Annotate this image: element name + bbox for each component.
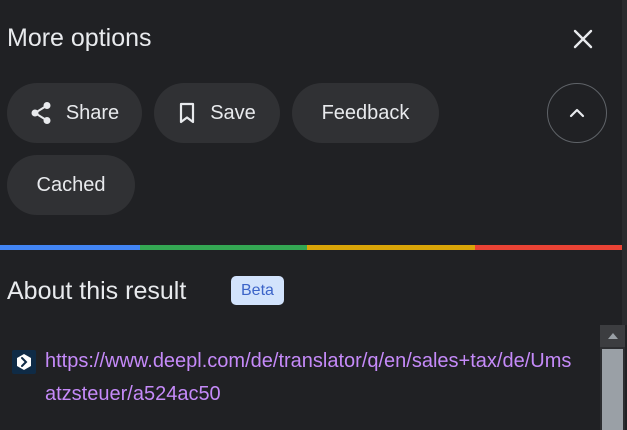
collapse-button[interactable] bbox=[547, 83, 607, 143]
more-options-panel: More options Share Save Feedback Cached … bbox=[0, 0, 627, 430]
save-button[interactable]: Save bbox=[154, 83, 280, 143]
share-button[interactable]: Share bbox=[7, 83, 142, 143]
color-bar-blue bbox=[0, 245, 140, 250]
panel-title: More options bbox=[7, 24, 152, 52]
scroll-up-arrow[interactable] bbox=[600, 325, 625, 347]
feedback-button[interactable]: Feedback bbox=[292, 83, 439, 143]
feedback-label: Feedback bbox=[321, 101, 410, 124]
result-url-link[interactable]: https://www.deepl.com/de/translator/q/en… bbox=[45, 345, 575, 411]
panel-header: More options bbox=[0, 0, 627, 78]
scrollbar-thumb[interactable] bbox=[602, 349, 623, 430]
panel-edge bbox=[622, 0, 627, 325]
beta-badge: Beta bbox=[231, 276, 284, 305]
google-color-bar bbox=[0, 245, 627, 250]
about-result-heading: About this result bbox=[7, 277, 187, 305]
triangle-up-icon bbox=[607, 333, 618, 339]
bookmark-icon bbox=[178, 102, 196, 124]
share-label: Share bbox=[65, 101, 120, 124]
cached-button[interactable]: Cached bbox=[7, 155, 135, 215]
cached-label: Cached bbox=[36, 173, 106, 196]
deepl-logo-icon bbox=[12, 350, 36, 374]
share-icon bbox=[30, 101, 52, 125]
color-bar-yellow bbox=[307, 245, 475, 250]
save-label: Save bbox=[210, 101, 256, 124]
chevron-up-icon bbox=[569, 108, 585, 118]
scrollbar[interactable] bbox=[600, 325, 625, 430]
close-icon bbox=[573, 29, 593, 49]
color-bar-green bbox=[140, 245, 307, 250]
color-bar-red bbox=[475, 245, 627, 250]
close-button[interactable] bbox=[566, 22, 600, 56]
